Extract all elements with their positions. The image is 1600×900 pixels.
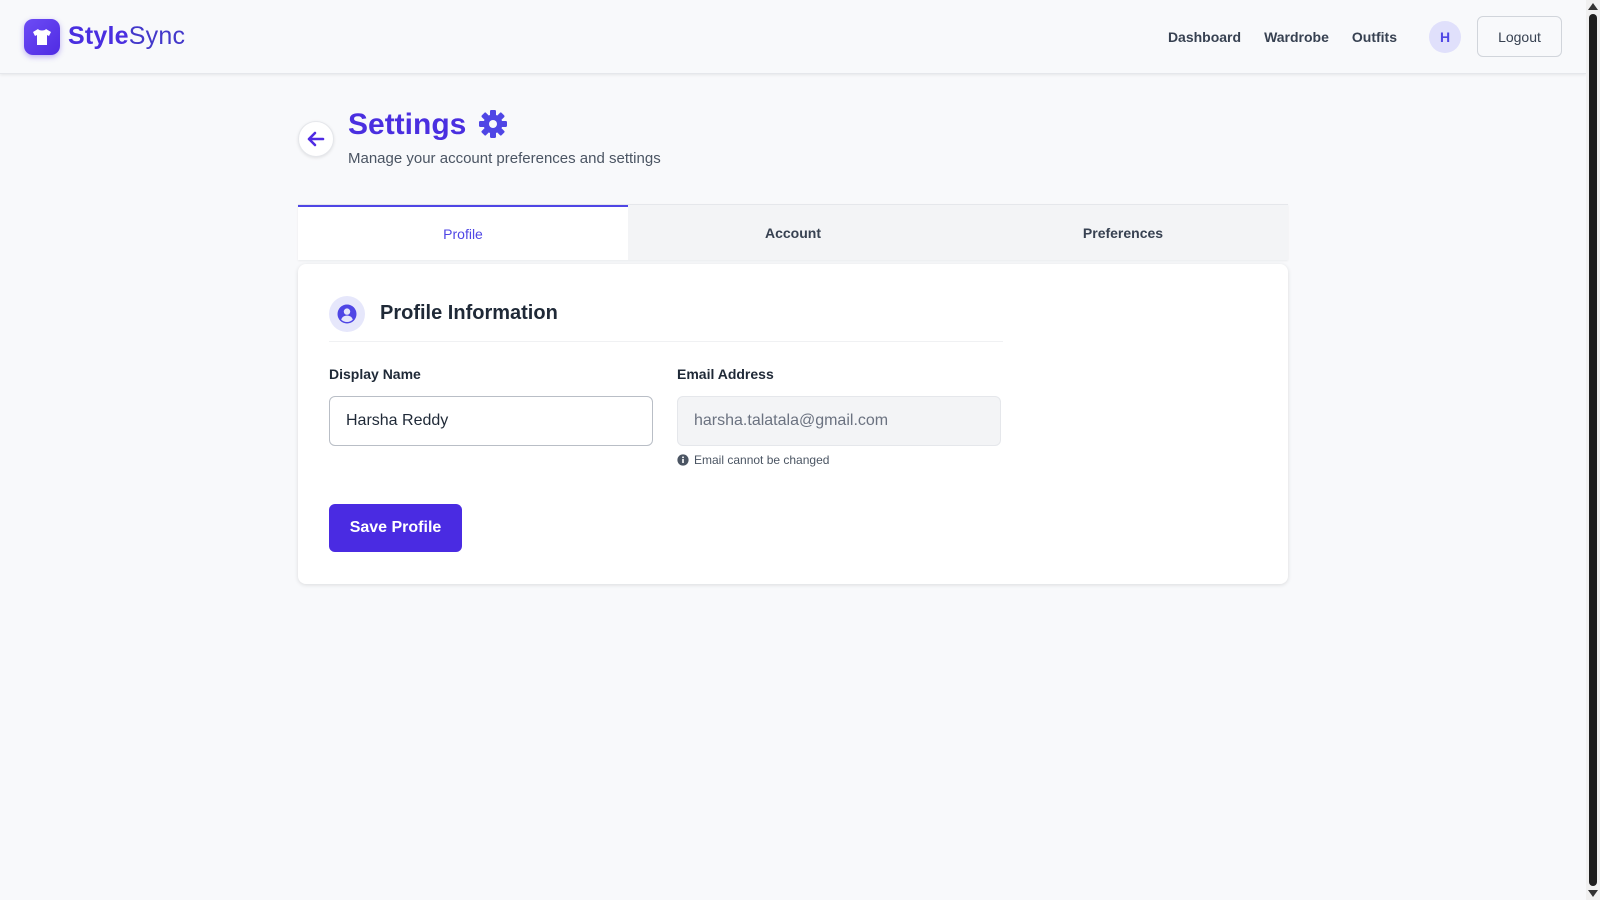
section-title: Profile Information xyxy=(380,302,558,324)
scrollbar[interactable] xyxy=(1586,0,1600,900)
email-hint-text: Email cannot be changed xyxy=(694,453,830,467)
brand-name-style: Style xyxy=(68,22,129,50)
display-name-input[interactable] xyxy=(329,396,653,446)
display-name-field-group: Display Name xyxy=(329,366,653,446)
nav-link-dashboard[interactable]: Dashboard xyxy=(1168,29,1241,45)
email-label: Email Address xyxy=(677,366,774,382)
nav-menu: Dashboard Wardrobe Outfits H Logout xyxy=(1168,16,1562,57)
display-name-label: Display Name xyxy=(329,366,421,382)
section-header: Profile Information xyxy=(329,296,1003,342)
page-heading-text: Settings Manage your account preferences… xyxy=(348,108,661,167)
arrow-left-icon xyxy=(307,131,325,147)
page-subtitle: Manage your account preferences and sett… xyxy=(348,150,661,167)
page-title: Settings xyxy=(348,108,467,141)
gear-icon xyxy=(479,110,508,138)
email-hint: Email cannot be changed xyxy=(677,453,1001,467)
title-row: Settings xyxy=(348,108,661,142)
scroll-up-arrow-icon[interactable] xyxy=(1588,3,1598,10)
brand-name: StyleSync xyxy=(68,22,185,51)
info-circle-icon xyxy=(677,454,689,466)
email-input xyxy=(677,396,1001,446)
settings-tabs: Profile Account Preferences xyxy=(298,204,1288,260)
brand[interactable]: StyleSync xyxy=(24,18,185,55)
page-header: Settings Manage your account preferences… xyxy=(298,108,661,167)
save-profile-button[interactable]: Save Profile xyxy=(329,504,462,552)
scroll-down-arrow-icon[interactable] xyxy=(1588,890,1598,897)
scroll-thumb[interactable] xyxy=(1589,14,1597,886)
tab-profile[interactable]: Profile xyxy=(298,205,628,260)
email-field-group: Email Address Email cannot be changed xyxy=(677,366,1001,467)
avatar[interactable]: H xyxy=(1429,20,1461,53)
top-navbar: StyleSync Dashboard Wardrobe Outfits H L… xyxy=(0,0,1586,74)
tshirt-icon xyxy=(24,18,60,55)
nav-link-outfits[interactable]: Outfits xyxy=(1352,29,1397,45)
user-circle-icon xyxy=(329,296,365,332)
tab-account[interactable]: Account xyxy=(628,205,958,260)
tab-preferences[interactable]: Preferences xyxy=(958,205,1288,260)
brand-name-sync: Sync xyxy=(128,22,186,50)
back-button[interactable] xyxy=(298,121,334,157)
profile-card: Profile Information Display Name Email A… xyxy=(298,264,1288,584)
nav-link-wardrobe[interactable]: Wardrobe xyxy=(1264,29,1329,45)
logout-button[interactable]: Logout xyxy=(1477,16,1562,57)
